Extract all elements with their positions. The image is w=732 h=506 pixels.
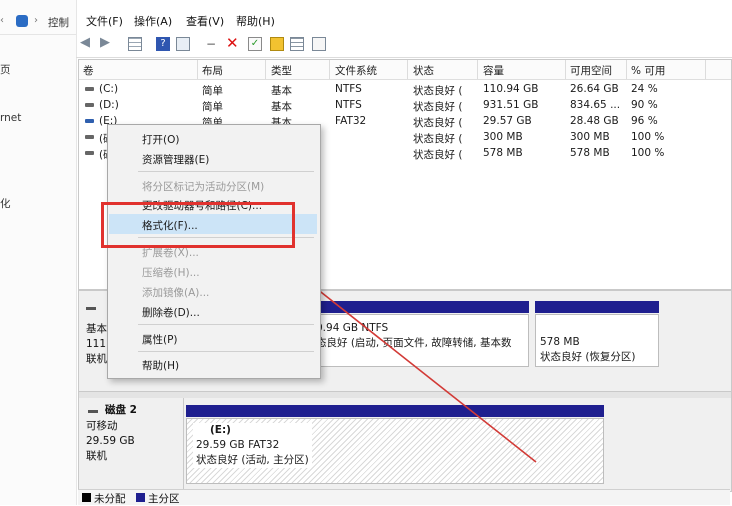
menu-item-open[interactable]: 打开(O) bbox=[109, 128, 317, 148]
menu-item-shrink-volume[interactable]: 压缩卷(H)... bbox=[109, 261, 317, 281]
menu-item-add-mirror[interactable]: 添加镜像(A)... bbox=[109, 281, 317, 301]
context-menu: 打开(O) 资源管理器(E) 将分区标记为活动分区(M) 更改驱动器号和路径(C… bbox=[107, 124, 321, 379]
menu-item-properties[interactable]: 属性(P) bbox=[109, 328, 317, 348]
menu-item-mark-active[interactable]: 将分区标记为活动分区(M) bbox=[109, 175, 317, 195]
menu-item-delete-volume[interactable]: 删除卷(D)... bbox=[109, 301, 317, 321]
annotation-highlight-box bbox=[101, 202, 295, 248]
menu-item-explorer[interactable]: 资源管理器(E) bbox=[109, 148, 317, 168]
menu-item-help[interactable]: 帮助(H) bbox=[109, 354, 317, 374]
